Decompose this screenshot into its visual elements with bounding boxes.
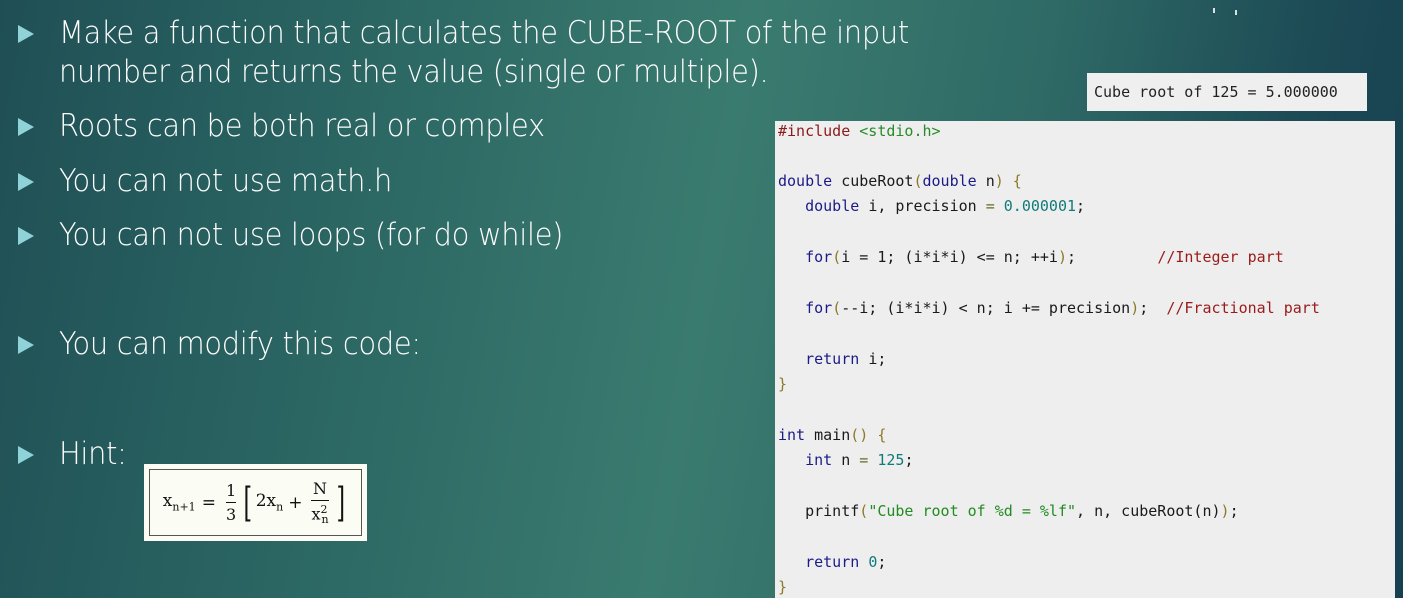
code-line-declaration: double i, precision = 0.000001; (805, 197, 1086, 215)
bullet-item: You can not use math.h (18, 162, 417, 201)
code-line-return-0: return 0; (805, 553, 887, 571)
bullet-text: You can modify this code: (59, 326, 421, 362)
formula-plus: + (288, 492, 303, 513)
code-line-main-signature: int main() { (778, 426, 887, 444)
formula-right-bracket: ] (336, 479, 345, 526)
formula-fraction-one-third: 13 (225, 481, 237, 524)
tick-mark (1213, 8, 1215, 13)
code-line-for-fractional: for(--i; (i*i*i) < n; i += precision); /… (805, 299, 1320, 317)
code-line-for-integer: for(i = 1; (i*i*i) <= n; ++i); //Integer… (805, 248, 1284, 266)
code-line-int-n: int n = 125; (805, 451, 914, 469)
bullet-item: You can modify this code: (18, 325, 448, 364)
decorative-ticks (1213, 8, 1243, 15)
code-line-close-brace: } (778, 375, 788, 393)
code-editor: #include <stdio.h> double cubeRoot(doubl… (775, 121, 1395, 598)
formula-fraction-n-over-x2: Nx2n (311, 478, 329, 527)
bullet-text: You can not use math.h (59, 163, 393, 199)
bullet-triangle-icon (18, 227, 34, 245)
formula-lhs: xn+1 (162, 491, 196, 514)
bullet-text: Make a function that calculates the CUBE… (59, 15, 909, 90)
code-line-printf: printf("Cube root of %d = %lf", n, cubeR… (805, 502, 1239, 520)
program-output: Cube root of 125 = 5.000000 (1087, 73, 1367, 111)
hint-formula: xn+1 = 13 [ 2xn + Nx2n ] (144, 464, 367, 541)
code-line-return-i: return i; (805, 350, 887, 368)
code-line-include: #include <stdio.h> (778, 122, 941, 140)
code-line-function-signature: double cubeRoot(double n) { (778, 172, 1022, 190)
bullet-text: You can not use loops (for do while) (59, 217, 564, 253)
bullet-triangle-icon (18, 118, 34, 136)
bullet-item: You can not use loops (for do while) (18, 216, 601, 255)
bullet-text: Roots can be both real or complex (59, 108, 545, 144)
bullet-text: Hint: (59, 436, 127, 472)
tick-mark (1235, 10, 1237, 15)
bullet-triangle-icon (18, 173, 34, 191)
bullet-triangle-icon (18, 336, 34, 354)
bullet-item: Hint: (18, 435, 132, 474)
bullet-triangle-icon (18, 446, 34, 464)
bullet-item: Roots can be both real or complex (18, 107, 581, 146)
formula-term1: 2xn (255, 491, 284, 514)
code-line-close-brace: } (778, 578, 788, 596)
formula-left-bracket: [ (243, 479, 253, 526)
formula-equals: = (201, 492, 216, 513)
bullet-item: Make a function that calculates the CUBE… (18, 14, 973, 92)
bullet-triangle-icon (18, 25, 34, 43)
formula-frame: xn+1 = 13 [ 2xn + Nx2n ] (149, 469, 362, 536)
